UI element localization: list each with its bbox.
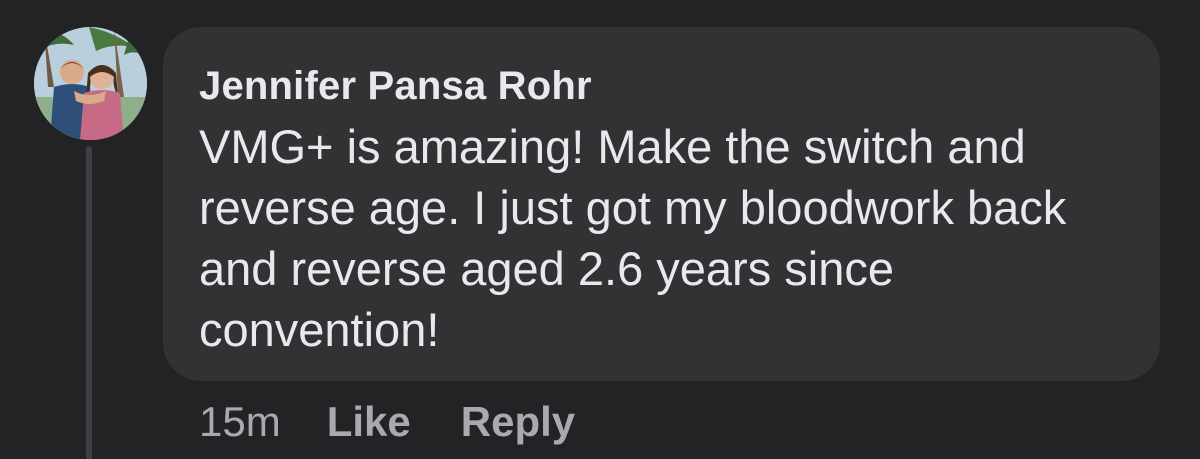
- reply-button[interactable]: Reply: [461, 397, 575, 447]
- comment-author-name[interactable]: Jennifer Pansa Rohr: [199, 62, 1124, 110]
- comment-text: VMG+ is amazing! Make the switch and rev…: [199, 120, 1067, 356]
- like-button[interactable]: Like: [327, 397, 411, 447]
- avatar[interactable]: [34, 27, 147, 140]
- reply-thread-line: [86, 146, 92, 459]
- comment-bubble: Jennifer Pansa Rohr VMG+ is amazing! Mak…: [163, 27, 1160, 381]
- profile-photo: [34, 27, 147, 140]
- comment-actions: 15m Like Reply: [199, 397, 625, 447]
- comment-timestamp[interactable]: 15m: [199, 397, 281, 447]
